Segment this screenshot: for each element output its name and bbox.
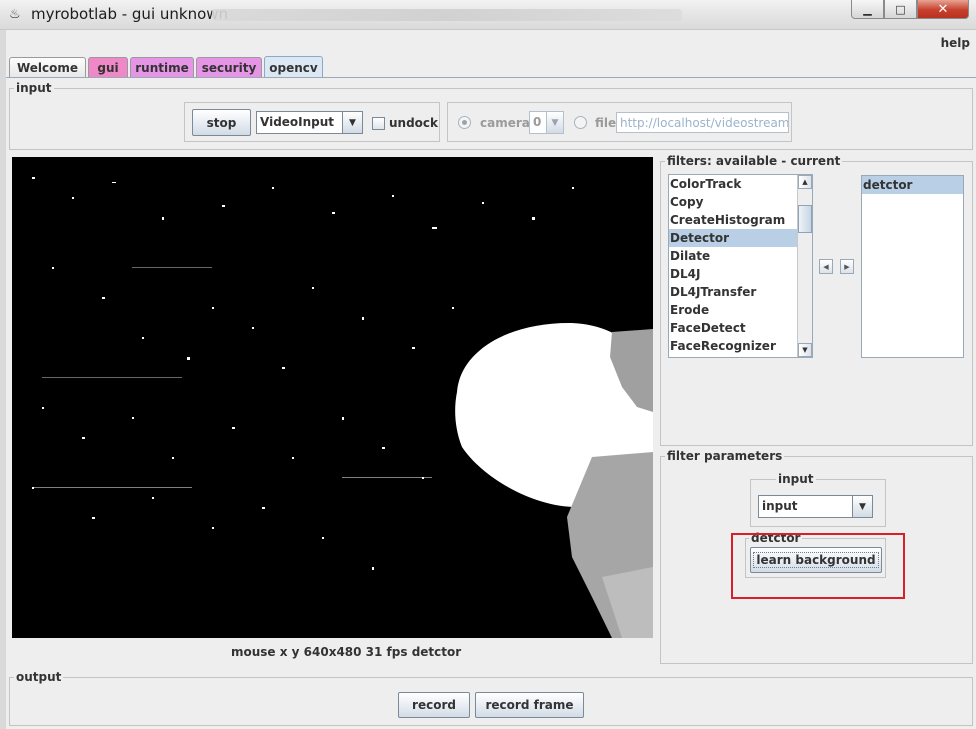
current-filters-list[interactable]: detctor — [861, 175, 964, 358]
arrow-right-icon: ▶ — [844, 262, 850, 271]
filter-parameters-title: filter parameters — [665, 449, 785, 463]
remove-filter-button[interactable]: ◀ — [819, 259, 833, 274]
java-coffee-icon: ♨ — [9, 7, 21, 22]
video-frame — [12, 157, 653, 638]
list-item-selected[interactable]: Detector — [669, 229, 812, 247]
param-input-value: input — [762, 499, 798, 513]
close-icon: ✕ — [937, 1, 949, 17]
list-item[interactable]: Dilate — [669, 247, 812, 265]
blurred-title-path — [212, 9, 682, 21]
title-bar[interactable]: ♨ myrobotlab - gui unknown ▁ □ ✕ — [0, 0, 976, 30]
list-item[interactable]: Copy — [669, 193, 812, 211]
tab-bar: Welcome gui runtime security opencv — [9, 56, 969, 78]
undock-checkbox[interactable] — [372, 117, 385, 130]
file-label: file — [595, 116, 617, 130]
param-input-title: input — [776, 472, 816, 486]
chevron-down-icon: ▼ — [342, 112, 362, 133]
file-radio[interactable] — [574, 116, 587, 129]
camera-label: camera — [480, 116, 530, 130]
tab-divider — [6, 77, 976, 78]
minimize-icon: ▁ — [863, 2, 872, 16]
param-input-select[interactable]: input ▼ — [758, 495, 873, 518]
chevron-down-icon: ▼ — [852, 496, 872, 517]
scroll-down-icon[interactable]: ▼ — [798, 343, 812, 357]
tab-runtime[interactable]: runtime — [130, 57, 194, 78]
help-menu[interactable]: help — [941, 36, 970, 50]
file-url-field[interactable]: http://localhost/videostream.cgi — [616, 112, 789, 133]
available-filters-list[interactable]: ColorTrack Copy CreateHistogram Detector… — [668, 174, 813, 358]
arrow-left-icon: ◀ — [823, 262, 829, 271]
undock-label: undock — [389, 116, 439, 130]
minimize-button[interactable]: ▁ — [851, 0, 884, 19]
grabber-select[interactable]: VideoInput ▼ — [256, 111, 363, 134]
scroll-up-icon[interactable]: ▲ — [798, 175, 812, 189]
stop-button[interactable]: stop — [192, 109, 251, 136]
output-panel-title: output — [14, 670, 64, 684]
record-button-label: record — [412, 698, 456, 712]
camera-radio[interactable] — [458, 116, 471, 129]
tab-welcome[interactable]: Welcome — [9, 57, 86, 78]
list-item[interactable]: CreateHistogram — [669, 211, 812, 229]
list-item[interactable]: Erode — [669, 301, 812, 319]
video-status: mouse x y 640x480 31 fps detctor — [231, 645, 462, 659]
window-frame-left — [0, 30, 6, 729]
maximize-button[interactable]: □ — [884, 0, 917, 19]
stop-button-label: stop — [206, 115, 237, 130]
file-url-value: http://localhost/videostream.cgi — [620, 116, 789, 130]
camera-index-value: 0 — [533, 115, 542, 129]
filters-panel-title: filters: available - current — [665, 154, 843, 168]
list-item[interactable]: DL4J — [669, 265, 812, 283]
chevron-down-icon: ▼ — [546, 112, 563, 133]
window-title: myrobotlab - gui unknown — [31, 5, 229, 23]
list-item[interactable]: FaceDetect — [669, 319, 812, 337]
list-item-selected[interactable]: detctor — [862, 176, 963, 194]
tab-opencv[interactable]: opencv — [264, 56, 323, 78]
video-display[interactable] — [12, 157, 653, 638]
tab-gui[interactable]: gui — [88, 57, 128, 78]
add-filter-button[interactable]: ▶ — [840, 259, 854, 274]
menu-bar: help — [6, 34, 976, 54]
record-button[interactable]: record — [398, 692, 470, 718]
highlight-annotation — [731, 533, 905, 599]
maximize-icon: □ — [895, 2, 906, 16]
available-filters-scrollbar[interactable]: ▲ ▼ — [797, 175, 812, 357]
scroll-thumb[interactable] — [798, 205, 812, 233]
record-frame-button-label: record frame — [485, 698, 574, 712]
input-panel-title: input — [14, 81, 54, 95]
grabber-select-value: VideoInput — [260, 115, 335, 129]
tab-security[interactable]: security — [196, 57, 262, 78]
list-item[interactable]: DL4JTransfer — [669, 283, 812, 301]
record-frame-button[interactable]: record frame — [475, 692, 584, 718]
list-item[interactable]: FaceRecognizer — [669, 337, 812, 355]
camera-index-select[interactable]: 0 ▼ — [529, 111, 564, 134]
close-button[interactable]: ✕ — [917, 0, 969, 19]
list-item[interactable]: ColorTrack — [669, 175, 812, 193]
